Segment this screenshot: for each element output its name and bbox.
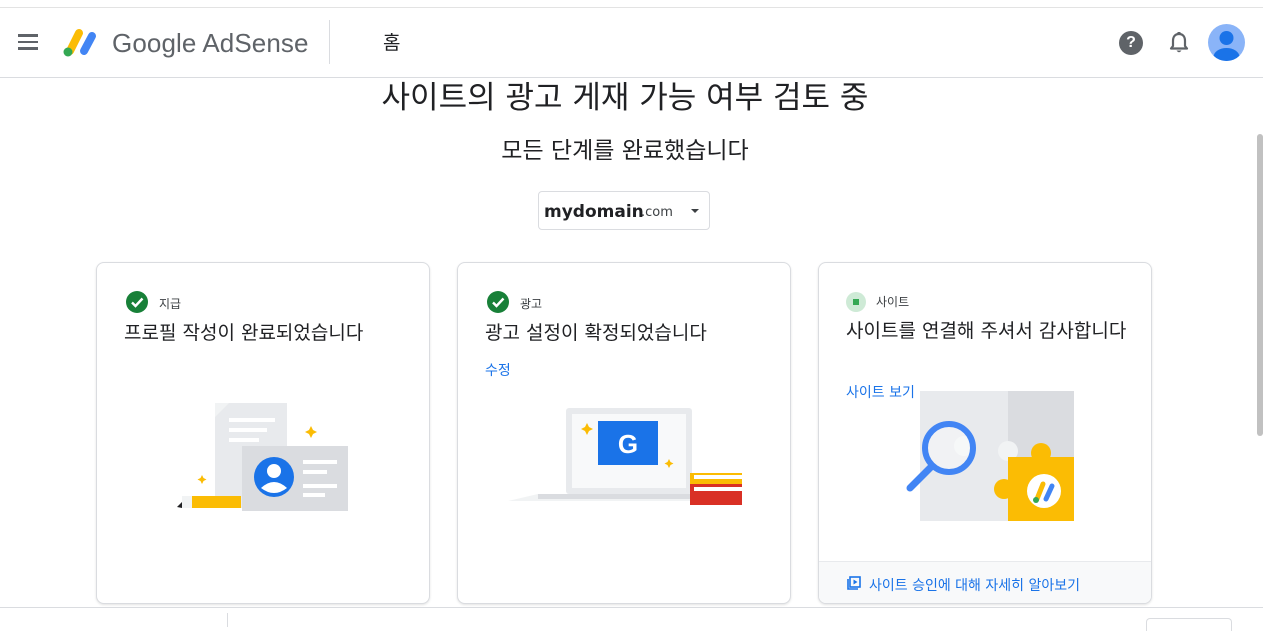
site-selector[interactable]: mydomain .com: [538, 191, 710, 230]
app-header: Google AdSense 홈 ?: [0, 8, 1263, 78]
page-scrollbar[interactable]: [1257, 134, 1263, 436]
help-icon[interactable]: ?: [1119, 31, 1143, 55]
adsense-logo-icon[interactable]: [62, 24, 100, 58]
ad-settings-illustration: G: [508, 408, 742, 505]
video-library-icon: [847, 576, 861, 590]
card-tag: 지급: [159, 297, 182, 311]
learn-site-approval-link[interactable]: 사이트 승인에 대해 자세히 알아보기: [869, 575, 1080, 595]
top-strip: [0, 0, 1263, 8]
site-name: mydomain: [544, 202, 644, 222]
bottom-bar: [0, 607, 1263, 631]
profile-illustration: [177, 403, 348, 511]
menu-icon[interactable]: [14, 30, 42, 56]
edit-link[interactable]: 수정: [485, 360, 511, 380]
review-heading: 사이트의 광고 게재 가능 여부 검토 중: [381, 80, 869, 116]
card-footer: 사이트 승인에 대해 자세히 알아보기: [819, 561, 1151, 603]
card-title: 사이트를 연결해 주셔서 감사합니다: [846, 320, 1127, 342]
avatar-icon[interactable]: [1208, 24, 1245, 61]
card-tag: 광고: [520, 297, 543, 311]
site-tld: .com: [641, 205, 673, 220]
site-card: 사이트 사이트를 연결해 주셔서 감사합니다 사이트 보기 사이트 승인에 대해…: [818, 262, 1152, 604]
bell-icon[interactable]: [1167, 30, 1191, 56]
check-circle-icon: [487, 291, 509, 313]
svg-text:G: G: [618, 429, 638, 459]
card-title: 프로필 작성이 완료되었습니다: [124, 322, 364, 344]
check-circle-icon: [126, 291, 148, 313]
brand-name[interactable]: Google AdSense: [112, 28, 309, 59]
bottom-widget[interactable]: [1146, 618, 1232, 631]
card-title: 광고 설정이 확정되었습니다: [485, 322, 707, 344]
card-tag: 사이트: [876, 295, 910, 309]
payment-card: 지급 프로필 작성이 완료되었습니다: [96, 262, 430, 604]
page-title: 홈: [383, 32, 401, 54]
bottom-separator: [227, 613, 228, 627]
site-connect-illustration: [906, 391, 1074, 521]
ads-card: 광고 광고 설정이 확정되었습니다 수정 G: [457, 262, 791, 604]
pending-square-icon: [846, 292, 866, 312]
chevron-down-icon: [691, 209, 699, 213]
review-subheading: 모든 단계를 완료했습니다: [501, 138, 749, 164]
header-divider: [329, 20, 330, 64]
